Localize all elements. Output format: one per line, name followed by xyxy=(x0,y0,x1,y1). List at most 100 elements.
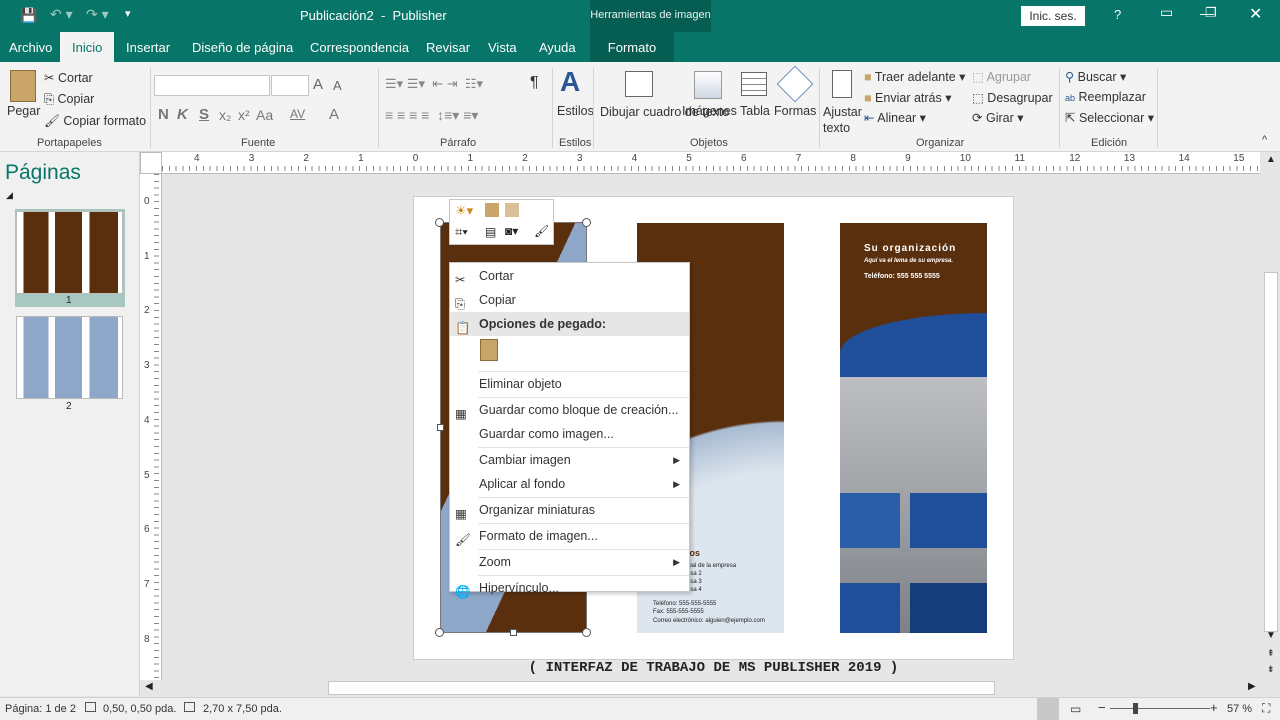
menu-item-1[interactable]: ⎘ Copiar xyxy=(450,288,689,312)
change-picture-icon[interactable]: ▤ xyxy=(485,225,496,239)
collapse-ribbon-icon[interactable]: ^ xyxy=(1262,134,1267,146)
sign-in-button[interactable]: Inic. ses. xyxy=(1021,6,1085,26)
zoom-slider[interactable] xyxy=(1110,708,1210,709)
paste-icon[interactable] xyxy=(10,70,36,102)
menu-item-0[interactable]: ✂ Cortar xyxy=(450,264,689,288)
previous-page-icon[interactable]: ⇞ xyxy=(1267,648,1275,659)
tab-ayuda[interactable]: Ayuda xyxy=(539,32,576,62)
italic-button[interactable]: K xyxy=(177,106,188,123)
grow-font-button[interactable]: A xyxy=(313,76,323,93)
format-painter-icon[interactable]: 🖌 xyxy=(534,224,549,238)
collapse-icon[interactable]: ◢ xyxy=(6,190,13,201)
shapes-button[interactable]: Formas xyxy=(774,104,816,118)
rotate-button[interactable]: ⟳ Girar ▾ xyxy=(972,110,1024,125)
bold-button[interactable]: N xyxy=(158,106,169,123)
font-name-input[interactable] xyxy=(154,75,270,96)
font-color-button[interactable]: A xyxy=(329,106,339,123)
menu-item-3[interactable]: Eliminar objeto xyxy=(450,372,689,396)
shrink-font-button[interactable]: A xyxy=(333,78,342,93)
picture-shape-icon[interactable]: ◙▾ xyxy=(505,224,518,238)
table-button[interactable]: Tabla xyxy=(740,104,770,118)
undo-icon[interactable]: ↶ ▾ xyxy=(50,6,73,23)
font-size-input[interactable] xyxy=(271,75,309,96)
page-indicator[interactable]: Página: 1 de 2 xyxy=(5,703,76,715)
brochure-panel-cover[interactable]: Su organización Aquí va el lema de su em… xyxy=(840,223,987,633)
copy-button[interactable]: ⎘ Copiar xyxy=(44,92,94,107)
find-button[interactable]: ⚲ Buscar ▾ xyxy=(1065,69,1126,84)
images-button[interactable]: Imágenes xyxy=(682,104,737,118)
paste-button[interactable]: Pegar xyxy=(7,104,40,118)
tab-diseno[interactable]: Diseño de página xyxy=(192,32,293,62)
align-button[interactable]: ⇤ Alinear ▾ xyxy=(864,110,926,125)
change-case-button[interactable]: Aa xyxy=(256,107,273,123)
tab-archivo[interactable]: Archivo xyxy=(9,32,52,62)
menu-item-4[interactable]: ▦ Guardar como bloque de creación... xyxy=(450,398,689,422)
wrap-text-button[interactable]: Ajustar texto xyxy=(823,104,863,136)
styles-button[interactable]: Estilos xyxy=(557,104,594,118)
two-page-view-button[interactable]: ▭ xyxy=(1070,702,1081,716)
tab-vista[interactable]: Vista xyxy=(488,32,517,62)
fit-page-icon[interactable]: ⛶ xyxy=(1262,701,1270,716)
ribbon-display-icon[interactable]: ▭ xyxy=(1160,4,1173,21)
resize-handle[interactable] xyxy=(510,629,517,636)
resize-handle[interactable] xyxy=(435,628,444,637)
show-marks-button[interactable]: ¶ xyxy=(530,74,539,92)
cut-button[interactable]: ✂ Cortar xyxy=(44,70,93,85)
resize-handle[interactable] xyxy=(582,628,591,637)
menu-item-11[interactable]: 🌐 Hipervínculo... xyxy=(450,576,689,600)
menu-item-10[interactable]: Zoom ▶ xyxy=(450,550,689,574)
brightness-icon[interactable]: ☀▾ xyxy=(455,203,473,219)
page-thumbnail-1[interactable] xyxy=(16,211,123,294)
resize-handle[interactable] xyxy=(437,424,444,431)
bring-forward-button[interactable]: ■ Traer adelante ▾ xyxy=(864,69,965,84)
tab-correspondencia[interactable]: Correspondencia xyxy=(310,32,409,62)
menu-item-6[interactable]: Cambiar imagen ▶ xyxy=(450,448,689,472)
tab-revisar[interactable]: Revisar xyxy=(426,32,470,62)
send-backward-button[interactable]: ■ Enviar atrás ▾ xyxy=(864,90,952,105)
horizontal-scrollbar[interactable]: ◀ ▶ xyxy=(140,680,1264,696)
menu-item-7[interactable]: Aplicar al fondo ▶ xyxy=(450,472,689,496)
strikethrough-button[interactable]: S xyxy=(199,106,209,123)
menu-item-8[interactable]: ▦ Organizar miniaturas xyxy=(450,498,689,522)
tab-insertar[interactable]: Insertar xyxy=(126,32,170,62)
group-button[interactable]: ⬚ Agrupar xyxy=(972,69,1031,84)
replace-button[interactable]: ab Reemplazar xyxy=(1065,90,1146,104)
vertical-scrollbar[interactable]: ▲ ▼ ⇞ ⇟ xyxy=(1262,152,1280,680)
zoom-in-button[interactable]: + xyxy=(1210,700,1218,715)
superscript-button[interactable]: x² xyxy=(238,107,250,123)
window-title: Publicación2 - Publisher xyxy=(300,8,447,23)
select-button[interactable]: ⇱ Seleccionar ▾ xyxy=(1065,110,1154,125)
save-icon[interactable]: 💾 xyxy=(20,7,37,24)
close-button[interactable]: ✕ xyxy=(1249,4,1262,24)
vertical-scroll-thumb[interactable] xyxy=(1264,272,1278,632)
menu-item-9[interactable]: 🖌 Formato de imagen... xyxy=(450,524,689,548)
zoom-out-button[interactable]: − xyxy=(1098,700,1106,715)
align-buttons[interactable]: ≡ ≡ ≡ ≡ ↕≡▾ ≡▾ xyxy=(385,107,478,124)
format-painter-button[interactable]: 🖌 Copiar formato xyxy=(44,114,146,129)
horizontal-scroll-thumb[interactable] xyxy=(328,681,995,695)
send-backward-icon[interactable] xyxy=(505,203,519,217)
bullets-button[interactable]: ☰▾ ☰▾ ⇤ ⇥ ☷▾ xyxy=(385,76,483,92)
vertical-ruler[interactable]: 0 1 2 3 4 5 6 7 8 xyxy=(140,174,162,680)
subscript-button[interactable]: x₂ xyxy=(219,107,231,123)
resize-handle[interactable] xyxy=(582,218,591,227)
single-page-view-button[interactable] xyxy=(1037,698,1059,720)
restore-button[interactable]: ❐ xyxy=(1205,5,1217,21)
resize-handle[interactable] xyxy=(435,218,444,227)
horizontal-ruler[interactable]: 4 3 2 1 0 1 2 3 4 5 6 7 8 9 10 11 12 13 14 15 xyxy=(162,152,1260,174)
zoom-slider-thumb[interactable] xyxy=(1133,703,1138,714)
next-page-icon[interactable]: ⇟ xyxy=(1267,664,1275,675)
page-thumbnail-2[interactable] xyxy=(16,316,123,399)
help-button[interactable]: ? xyxy=(1114,7,1121,22)
crop-icon[interactable]: ⌗▾ xyxy=(455,224,468,240)
paste-option-keep-icon[interactable] xyxy=(480,339,498,361)
bring-forward-icon[interactable] xyxy=(485,203,499,217)
ungroup-button[interactable]: ⬚ Desagrupar xyxy=(972,90,1053,105)
tab-inicio[interactable]: Inicio xyxy=(60,32,115,62)
tab-formato[interactable]: Formato xyxy=(590,32,674,62)
zoom-level[interactable]: 57 % xyxy=(1227,703,1252,715)
menu-item-5[interactable]: Guardar como imagen... xyxy=(450,422,689,446)
customize-qat-icon[interactable]: ▾ xyxy=(125,7,131,20)
char-spacing-button[interactable]: AV xyxy=(290,107,305,121)
redo-icon[interactable]: ↷ ▾ xyxy=(86,6,109,23)
